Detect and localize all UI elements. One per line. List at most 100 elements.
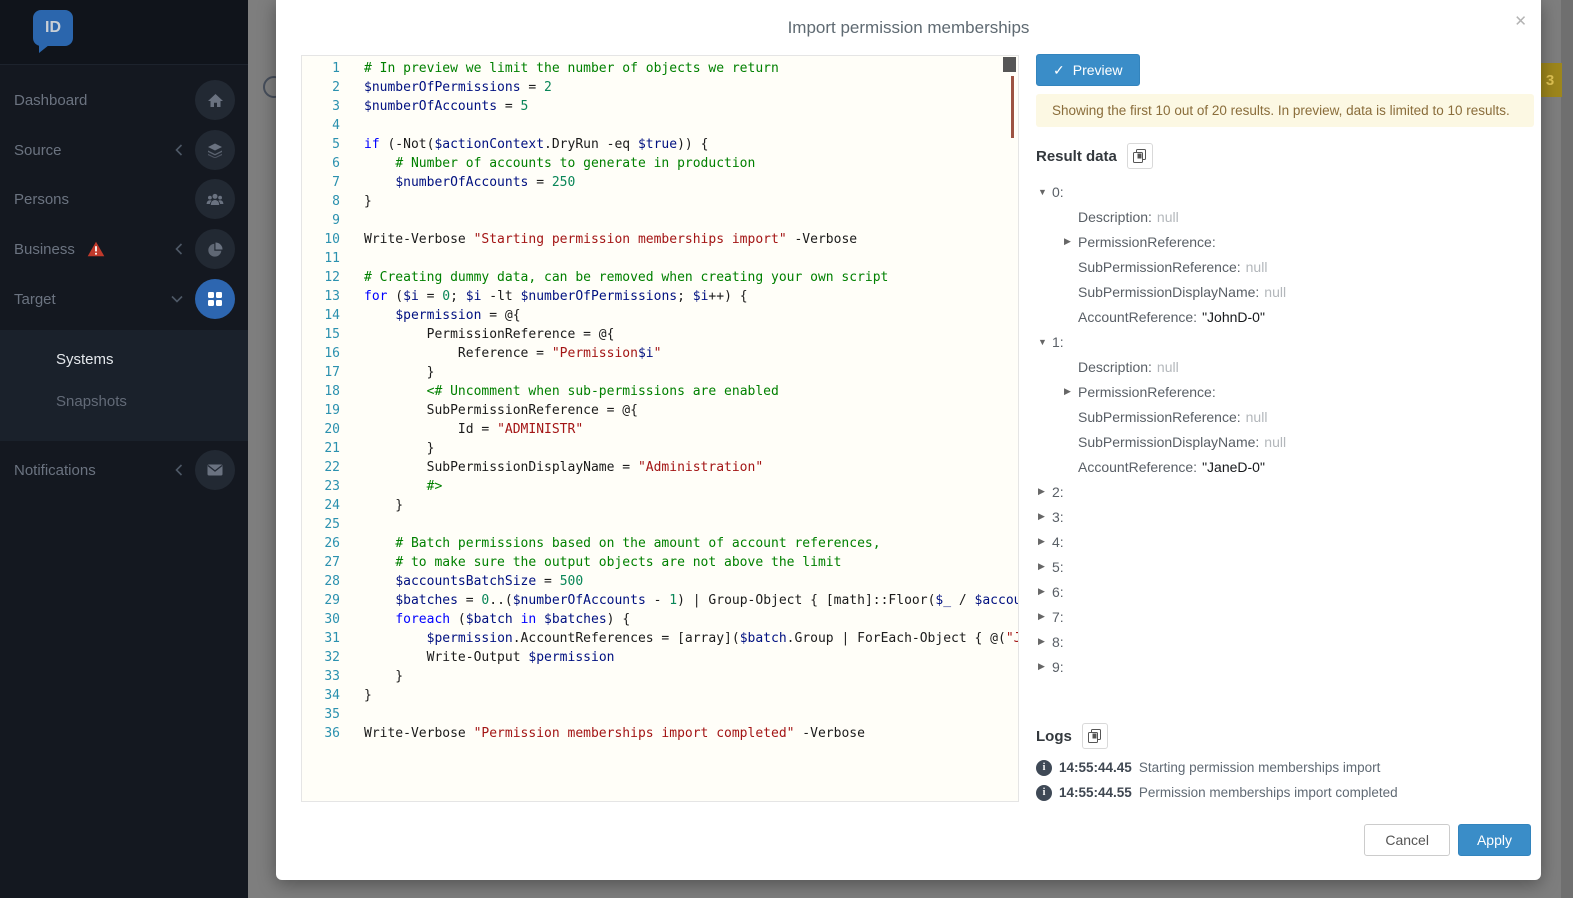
expand-triangle-icon[interactable]: ▶ [1064, 236, 1078, 247]
tree-field-label: Description: [1078, 358, 1152, 375]
code-line: 1 # In preview we limit the number of obj… [302, 59, 1018, 78]
tree-item-7[interactable]: ▶ 7: [1036, 604, 1534, 629]
expand-triangle-icon[interactable]: ▶ [1038, 611, 1052, 622]
tree-field-label: Description: [1078, 208, 1152, 225]
line-number: 2 [332, 80, 340, 95]
code-line: 28 $accountsBatchSize = 500 [302, 572, 1018, 591]
code-line: 5 if (-Not($actionContext.DryRun -eq $tru… [302, 135, 1018, 154]
collapse-triangle-icon[interactable]: ▼ [1038, 337, 1052, 347]
tree-item-5[interactable]: ▶ 5: [1036, 554, 1534, 579]
expand-triangle-icon[interactable]: ▶ [1038, 661, 1052, 672]
line-number: 14 [324, 308, 340, 323]
sidebar-item-notifications[interactable]: Notifications [0, 445, 248, 495]
tree-field-value: null [1264, 283, 1287, 300]
apply-button[interactable]: Apply [1457, 824, 1531, 856]
tree-item-key: 4: [1052, 533, 1064, 550]
copy-result-data-button[interactable] [1126, 143, 1153, 169]
code-line: 4 [302, 116, 1018, 135]
code-line: 20 Id = "ADMINISTR" [302, 420, 1018, 439]
warning-icon [87, 241, 105, 257]
check-icon: ✓ [1053, 61, 1065, 78]
sidebar-item-dashboard[interactable]: Dashboard [0, 75, 248, 125]
code-line: 13 for ($i = 0; $i -lt $numberOfPermissio… [302, 287, 1018, 306]
tree-item-2[interactable]: ▶ 2: [1036, 479, 1534, 504]
sidebar-item-source[interactable]: Source [0, 125, 248, 175]
sidebar-item-label: Business [14, 240, 75, 258]
copy-logs-button[interactable] [1081, 723, 1108, 749]
sidebar-item-label: Target [14, 290, 56, 308]
tree-item-0[interactable]: ▼ 0: [1036, 179, 1534, 204]
grid-icon [195, 279, 235, 319]
code-line: 9 [302, 211, 1018, 230]
sidebar-subitem-systems[interactable]: Systems [56, 351, 114, 368]
expand-triangle-icon[interactable]: ▶ [1038, 561, 1052, 572]
code-line: 19 SubPermissionReference = @{ [302, 401, 1018, 420]
chevron-left-icon [175, 243, 183, 255]
line-number: 34 [324, 688, 340, 703]
logo-area: ID [0, 0, 248, 65]
expand-triangle-icon[interactable]: ▶ [1038, 486, 1052, 497]
log-list: i 14:55:44.45 Starting permission membersh… [1036, 755, 1534, 805]
tree-field-value: "JohnD-0" [1202, 308, 1265, 325]
dialog-footer: Cancel Apply [1364, 824, 1531, 856]
tree-item-4[interactable]: ▶ 4: [1036, 529, 1534, 554]
tree-field-subpermissiondisplayname: SubPermissionDisplayName: null [1036, 279, 1534, 304]
code-line: 12 # Creating dummy data, can be removed … [302, 268, 1018, 287]
tree-item-3[interactable]: ▶ 3: [1036, 504, 1534, 529]
line-number: 23 [324, 479, 340, 494]
sidebar-item-persons[interactable]: Persons [0, 174, 248, 224]
sidebar-subitem-snapshots[interactable]: Snapshots [56, 393, 127, 410]
expand-triangle-icon[interactable]: ▶ [1038, 636, 1052, 647]
info-icon: i [1036, 784, 1052, 801]
editor-scrollbar-thumb[interactable] [1003, 57, 1016, 72]
line-number: 8 [332, 194, 340, 209]
tree-item-9[interactable]: ▶ 9: [1036, 654, 1534, 679]
sidebar-item-target[interactable]: Target [0, 274, 248, 324]
home-icon [195, 80, 235, 120]
tree-field-accountreference: AccountReference: "JohnD-0" [1036, 304, 1534, 329]
log-entry: i 14:55:44.55 Permission memberships impor… [1036, 780, 1534, 805]
dialog-title: Import permission memberships [787, 18, 1030, 37]
tree-field-label: PermissionReference: [1078, 383, 1216, 400]
chart-icon [195, 229, 235, 269]
code-line: 17 } [302, 363, 1018, 382]
collapse-triangle-icon[interactable]: ▼ [1038, 187, 1052, 197]
cancel-button[interactable]: Cancel [1364, 824, 1450, 856]
app-logo-icon[interactable]: ID [33, 10, 73, 53]
code-line: 26 # Batch permissions based on the amou… [302, 534, 1018, 553]
copy-icon [1133, 149, 1147, 163]
line-number: 22 [324, 460, 340, 475]
code-line: 36 Write-Verbose "Permission memberships … [302, 724, 1018, 743]
expand-triangle-icon[interactable]: ▶ [1038, 536, 1052, 547]
line-number: 5 [332, 137, 340, 152]
tree-item-8[interactable]: ▶ 8: [1036, 629, 1534, 654]
tree-field-value: null [1156, 208, 1179, 225]
sidebar-item-business[interactable]: Business [0, 224, 248, 274]
tree-field-label: PermissionReference: [1078, 233, 1216, 250]
preview-button[interactable]: ✓ Preview [1036, 54, 1140, 86]
line-number: 28 [324, 574, 340, 589]
script-code-editor[interactable]: 1 # In preview we limit the number of obj… [301, 55, 1019, 802]
close-icon[interactable]: ✕ [1514, 14, 1527, 29]
line-number: 15 [324, 327, 340, 342]
line-number: 27 [324, 555, 340, 570]
sidebar-item-label: Source [14, 141, 62, 159]
expand-triangle-icon[interactable]: ▶ [1038, 511, 1052, 522]
line-number: 9 [332, 213, 340, 228]
page-scrollbar[interactable] [1561, 0, 1573, 898]
tree-item-key: 2: [1052, 483, 1064, 500]
code-line: 18 <# Uncomment when sub-permissions are… [302, 382, 1018, 401]
tree-item-key: 0: [1052, 183, 1064, 200]
code-line: 6 # Number of accounts to generate in pr… [302, 154, 1018, 173]
tree-item-6[interactable]: ▶ 6: [1036, 579, 1534, 604]
code-line: 29 $batches = 0..($numberOfAccounts - 1)… [302, 591, 1018, 610]
line-number: 11 [324, 251, 340, 266]
expand-triangle-icon[interactable]: ▶ [1064, 386, 1078, 397]
line-number: 25 [324, 517, 340, 532]
tree-item-1[interactable]: ▼ 1: [1036, 329, 1534, 354]
tree-field-description: Description: null [1036, 354, 1534, 379]
line-number: 7 [332, 175, 340, 190]
line-number: 17 [324, 365, 340, 380]
code-line: 16 Reference = "Permission$i" [302, 344, 1018, 363]
expand-triangle-icon[interactable]: ▶ [1038, 586, 1052, 597]
